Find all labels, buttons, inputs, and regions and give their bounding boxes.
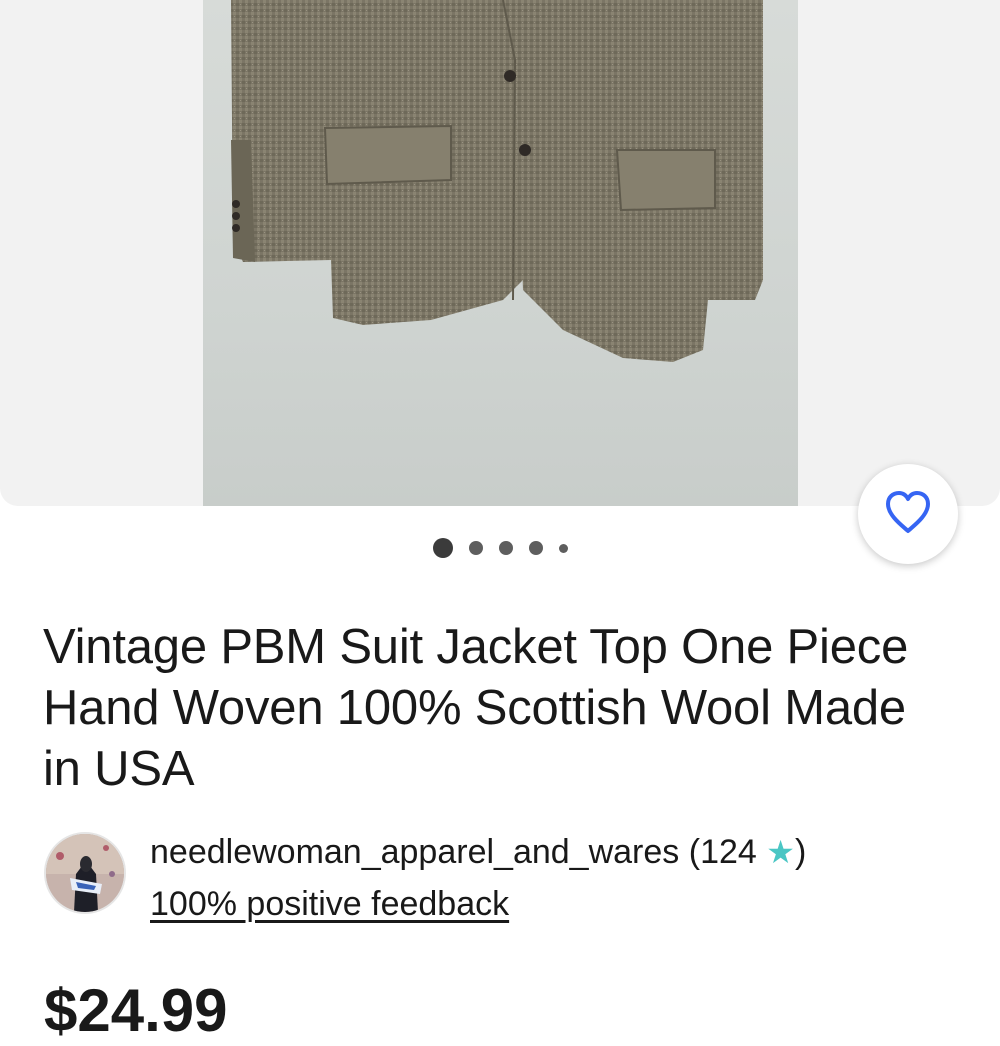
pager-dot[interactable] (498, 541, 513, 555)
item-price: $24.99 (44, 977, 228, 1044)
pager-dot[interactable] (528, 541, 543, 555)
rating-close-paren: ) (794, 833, 807, 871)
seller-info[interactable]: needlewoman_apparel_and_wares (124 ★) 10… (44, 832, 984, 924)
listing-title: Vintage PBM Suit Jacket Top One Piece Ha… (43, 620, 909, 796)
heart-icon (884, 490, 932, 539)
pager-dot[interactable] (468, 541, 483, 555)
seller-name[interactable]: needlewoman_apparel_and_wares (150, 833, 679, 871)
seller-avatar[interactable] (44, 832, 126, 914)
pager-dot[interactable] (558, 543, 568, 553)
image-pager[interactable] (0, 536, 1000, 560)
image-gallery[interactable] (0, 0, 1000, 506)
pager-dot-active[interactable] (432, 538, 453, 558)
positive-feedback-link[interactable]: 100% positive feedback (150, 884, 509, 924)
product-photo[interactable] (203, 0, 798, 506)
star-icon: ★ (766, 834, 795, 870)
seller-rating-count: 124 (700, 833, 757, 871)
rating-open-paren: ( (688, 833, 701, 871)
seller-name-line[interactable]: needlewoman_apparel_and_wares (124 ★) (150, 832, 806, 872)
